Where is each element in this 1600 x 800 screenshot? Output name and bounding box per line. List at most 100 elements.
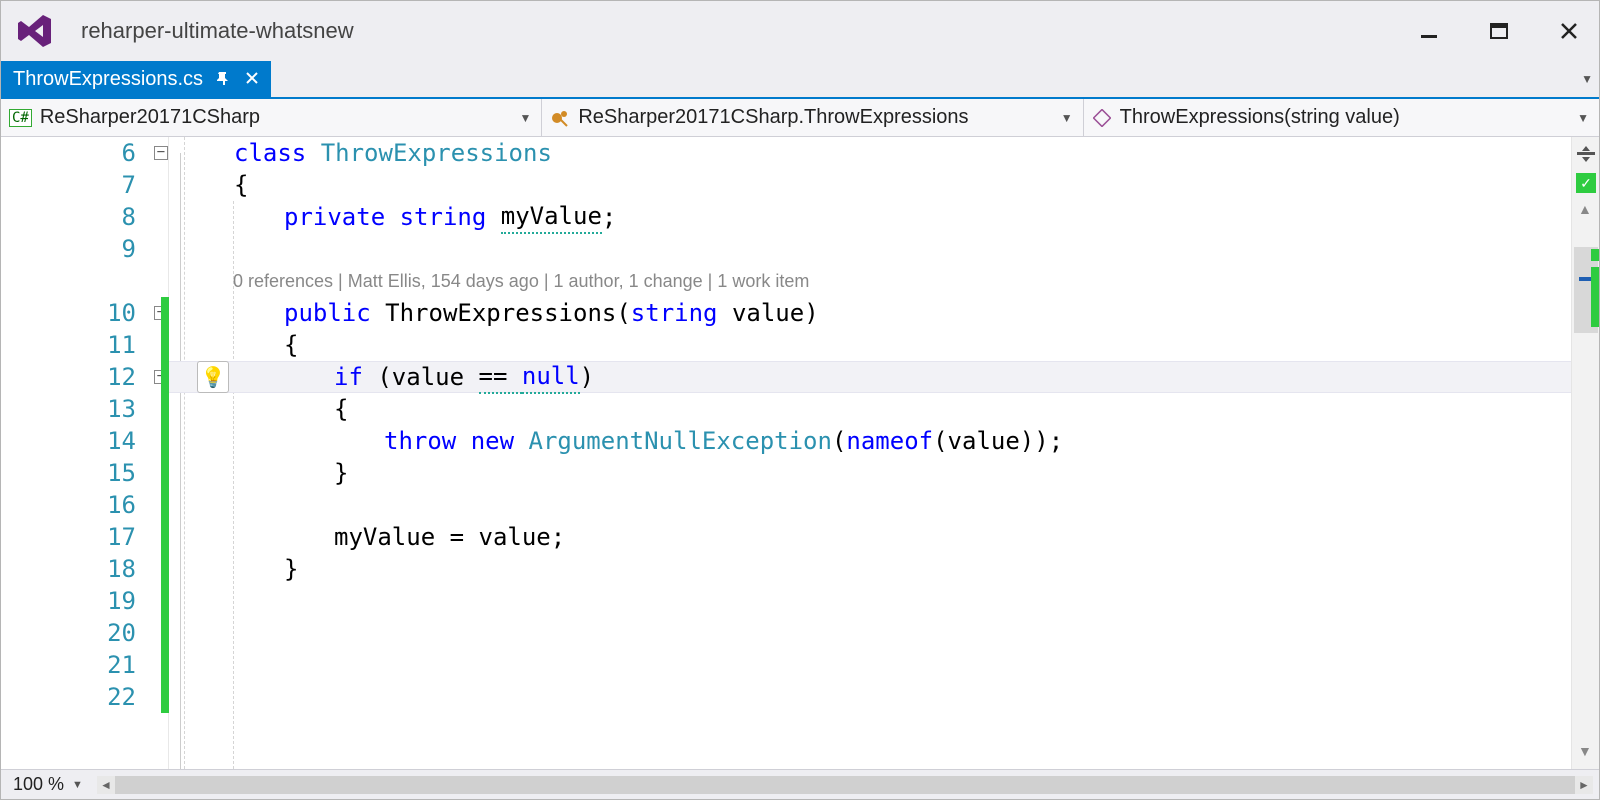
close-button[interactable] xyxy=(1549,11,1589,51)
line-number: 16 xyxy=(86,491,136,519)
pin-tab-icon[interactable] xyxy=(217,69,231,90)
code-line[interactable]: public ThrowExpressions(string value) xyxy=(169,297,1571,329)
line-number: 19 xyxy=(86,587,136,615)
code-area[interactable]: class ThrowExpressions{private string my… xyxy=(169,137,1571,769)
gutter-line: 18 xyxy=(1,553,168,585)
scroll-right-icon[interactable]: ► xyxy=(1575,776,1593,794)
change-indicator xyxy=(161,681,169,713)
change-indicator xyxy=(161,649,169,681)
code-line[interactable] xyxy=(169,617,1571,649)
gutter-line: 14 xyxy=(1,425,168,457)
nav-class-dropdown[interactable]: ReSharper20171CSharp.ThrowExpressions ▼ xyxy=(542,99,1083,136)
scroll-down-icon[interactable]: ▼ xyxy=(1578,743,1592,759)
marker-bar[interactable]: ✓ ▲ ▼ xyxy=(1571,137,1599,769)
line-number: 6 xyxy=(86,139,136,167)
gutter-line: 9 xyxy=(1,233,168,265)
change-indicator xyxy=(161,457,169,489)
gutter-line: 6− xyxy=(1,137,168,169)
change-marker xyxy=(1591,267,1599,327)
code-line[interactable]: if (value == null) xyxy=(169,361,1571,393)
nav-member-dropdown[interactable]: ThrowExpressions(string value) ▼ xyxy=(1084,99,1599,136)
window-title: reharper-ultimate-whatsnew xyxy=(81,18,354,44)
code-editor[interactable]: 6−78910−1112−13141516171819202122💡 class… xyxy=(1,137,1599,769)
code-line[interactable]: { xyxy=(169,329,1571,361)
line-number: 17 xyxy=(86,523,136,551)
gutter-line: 12− xyxy=(1,361,168,393)
nav-class-label: ReSharper20171CSharp.ThrowExpressions xyxy=(578,106,968,129)
editor-statusbar: 100 % ▼ ◄ ► xyxy=(1,769,1599,799)
minimize-button[interactable] xyxy=(1409,11,1449,51)
code-line[interactable]: } xyxy=(169,457,1571,489)
change-indicator xyxy=(161,297,169,329)
lightbulb-icon[interactable]: 💡 xyxy=(197,361,229,393)
horizontal-scrollbar-thumb[interactable] xyxy=(115,776,1575,794)
code-line[interactable] xyxy=(169,489,1571,521)
gutter-line: 22 xyxy=(1,681,168,713)
scroll-up-icon[interactable]: ▲ xyxy=(1578,201,1592,217)
change-marker xyxy=(1591,249,1599,261)
code-line[interactable] xyxy=(169,585,1571,617)
gutter-line: 21 xyxy=(1,649,168,681)
code-line[interactable]: } xyxy=(169,553,1571,585)
line-number: 13 xyxy=(86,395,136,423)
change-indicator xyxy=(161,617,169,649)
analysis-ok-icon[interactable]: ✓ xyxy=(1576,173,1596,193)
gutter-line: 17 xyxy=(1,521,168,553)
change-indicator xyxy=(161,361,169,393)
code-line[interactable]: private string myValue; xyxy=(169,201,1571,233)
horizontal-scrollbar[interactable]: ◄ ► xyxy=(97,776,1593,794)
document-tab-throwexpressions[interactable]: ThrowExpressions.cs xyxy=(1,61,271,97)
code-line[interactable]: myValue = value; xyxy=(169,521,1571,553)
document-tab-bar: ThrowExpressions.cs ▼ xyxy=(1,61,1599,99)
line-number: 21 xyxy=(86,651,136,679)
class-icon xyxy=(550,108,570,128)
gutter-line: 8 xyxy=(1,201,168,233)
zoom-dropdown[interactable]: 100 % ▼ xyxy=(7,772,89,797)
line-number: 20 xyxy=(86,619,136,647)
change-indicator xyxy=(161,521,169,553)
close-tab-icon[interactable] xyxy=(245,69,259,90)
line-number: 7 xyxy=(86,171,136,199)
line-number: 22 xyxy=(86,683,136,711)
chevron-down-icon: ▼ xyxy=(519,111,531,125)
tab-overflow-dropdown[interactable]: ▼ xyxy=(1581,72,1593,86)
fold-toggle-icon[interactable]: − xyxy=(154,146,168,160)
change-indicator xyxy=(161,329,169,361)
code-line[interactable] xyxy=(169,681,1571,713)
gutter-line: 20 xyxy=(1,617,168,649)
line-number: 18 xyxy=(86,555,136,583)
code-line[interactable]: { xyxy=(169,393,1571,425)
nav-namespace-label: ReSharper20171CSharp xyxy=(40,106,260,129)
ide-window: reharper-ultimate-whatsnew ThrowExpressi… xyxy=(0,0,1600,800)
code-line[interactable]: class ThrowExpressions xyxy=(169,137,1571,169)
nav-member-label: ThrowExpressions(string value) xyxy=(1120,106,1400,129)
chevron-down-icon: ▼ xyxy=(1577,111,1589,125)
code-line[interactable]: throw new ArgumentNullException(nameof(v… xyxy=(169,425,1571,457)
gutter-line: 10− xyxy=(1,297,168,329)
change-indicator xyxy=(161,393,169,425)
method-icon xyxy=(1092,108,1112,128)
code-line[interactable] xyxy=(169,233,1571,265)
gutter-line: 11 xyxy=(1,329,168,361)
gutter-line: 15 xyxy=(1,457,168,489)
split-view-icon[interactable] xyxy=(1575,143,1597,165)
titlebar: reharper-ultimate-whatsnew xyxy=(1,1,1599,61)
change-indicator xyxy=(161,489,169,521)
change-indicator xyxy=(161,585,169,617)
change-indicator xyxy=(161,553,169,585)
line-number: 11 xyxy=(86,331,136,359)
scroll-left-icon[interactable]: ◄ xyxy=(97,776,115,794)
code-line[interactable]: { xyxy=(169,169,1571,201)
code-line[interactable] xyxy=(169,649,1571,681)
change-indicator xyxy=(161,425,169,457)
line-number: 12 xyxy=(86,363,136,391)
maximize-button[interactable] xyxy=(1479,11,1519,51)
line-number: 10 xyxy=(86,299,136,327)
line-number: 14 xyxy=(86,427,136,455)
csharp-badge-icon: C# xyxy=(9,109,32,127)
nav-namespace-dropdown[interactable]: C# ReSharper20171CSharp ▼ xyxy=(1,99,542,136)
vs-logo-icon xyxy=(11,7,59,55)
gutter-line: 7 xyxy=(1,169,168,201)
codelens-annotation[interactable]: 0 references | Matt Ellis, 154 days ago … xyxy=(169,265,1571,297)
zoom-value: 100 % xyxy=(13,774,64,795)
